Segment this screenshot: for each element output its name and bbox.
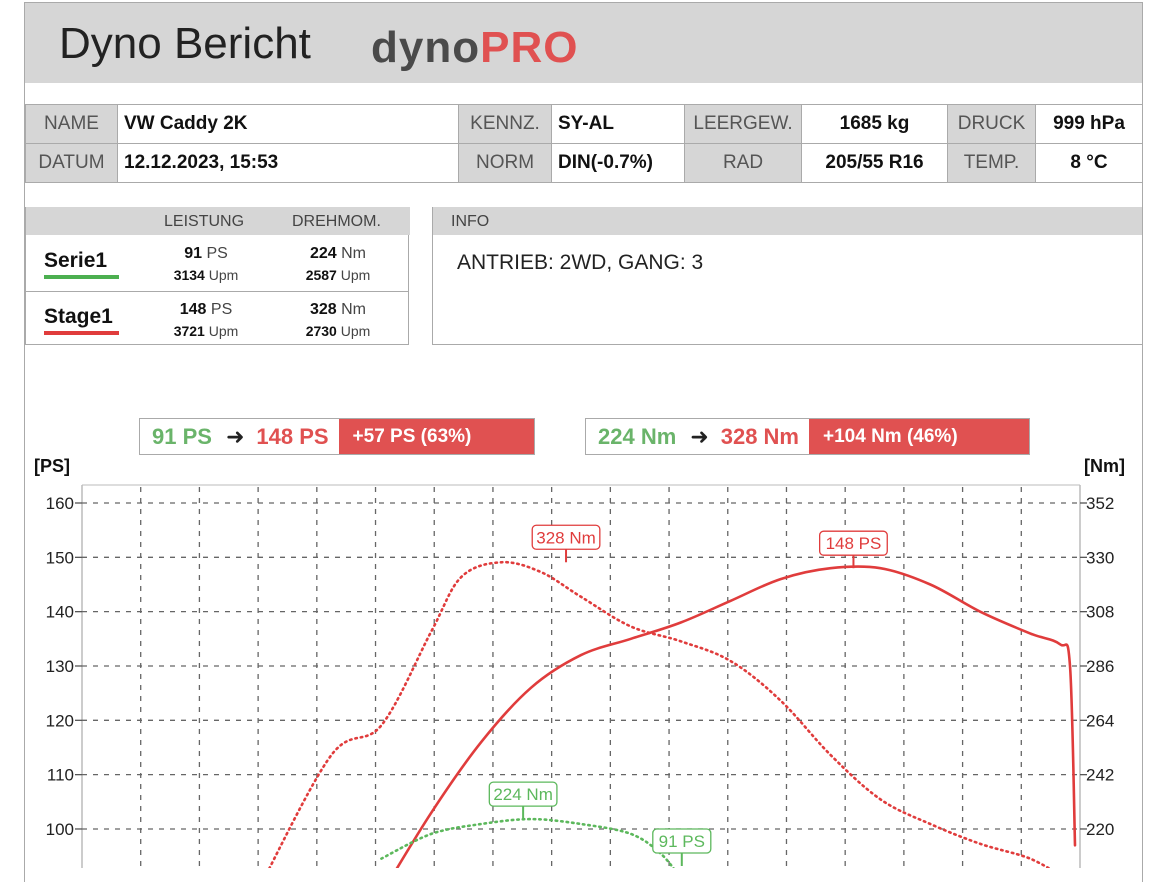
annotation-label: 91 PS — [659, 832, 705, 851]
y-left-tick-label: 120 — [46, 711, 74, 730]
annotation-label: 328 Nm — [536, 528, 596, 547]
dyno-chart: 160 352 150 330 140 308 130 286 120 264 110 242 100 2… — [34, 456, 1125, 868]
y-right-tick-label: 352 — [1086, 494, 1114, 513]
y-left-tick-label: 160 — [46, 494, 74, 513]
annotation-label: 148 PS — [826, 534, 882, 553]
y-left-tick-label: 150 — [46, 548, 74, 567]
annotation-label: 224 Nm — [493, 785, 553, 804]
y-right-tick-label: 286 — [1086, 657, 1114, 676]
y-left-axis-label: [PS] — [34, 456, 70, 476]
y-left-tick-label: 100 — [46, 820, 74, 839]
y-right-tick-label: 308 — [1086, 603, 1114, 622]
y-left-tick-label: 110 — [47, 766, 74, 785]
series-serie1-torque-line — [380, 817, 675, 868]
y-right-tick-label: 220 — [1086, 820, 1114, 839]
y-left-tick-label: 140 — [46, 603, 74, 622]
y-right-axis-label: [Nm] — [1084, 456, 1125, 476]
y-left-tick-label: 130 — [46, 657, 74, 676]
y-right-tick-label: 330 — [1086, 548, 1114, 567]
y-right-tick-label: 242 — [1086, 766, 1114, 785]
y-right-tick-label: 264 — [1086, 711, 1114, 730]
series-stage1-torque-line — [268, 560, 1051, 868]
